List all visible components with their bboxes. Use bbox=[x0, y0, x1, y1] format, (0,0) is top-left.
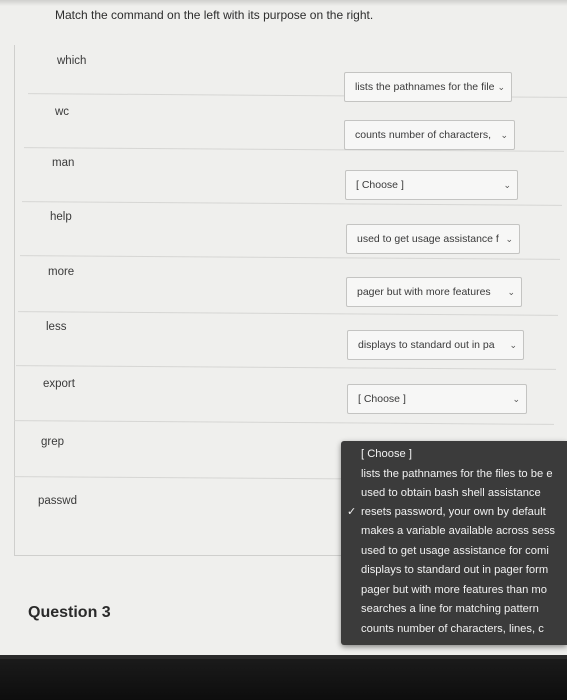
command-grep: grep bbox=[41, 436, 65, 448]
select-value: used to get usage assistance f bbox=[357, 233, 499, 245]
chevron-down-icon: ⌄ bbox=[507, 287, 515, 297]
select-value: pager but with more features bbox=[357, 286, 491, 298]
dropdown-option[interactable]: displays to standard out in pager form bbox=[341, 561, 567, 580]
select-which[interactable]: lists the pathnames for the file ⌄ bbox=[344, 72, 512, 102]
select-value: displays to standard out in pa bbox=[358, 339, 495, 351]
command-man: man bbox=[52, 157, 75, 169]
chevron-down-icon: ⌄ bbox=[503, 180, 511, 190]
dropdown-option[interactable]: pager but with more features than mo bbox=[341, 581, 567, 600]
checkmark-icon: ✓ bbox=[347, 506, 357, 518]
chevron-down-icon: ⌄ bbox=[500, 130, 508, 140]
chevron-down-icon: ⌄ bbox=[497, 82, 505, 92]
command-passwd: passwd bbox=[38, 495, 77, 507]
command-less: less bbox=[46, 321, 67, 333]
select-man[interactable]: [ Choose ] ⌄ bbox=[345, 170, 518, 200]
chevron-down-icon: ⌄ bbox=[512, 394, 520, 404]
dropdown-option[interactable]: lists the pathnames for the files to be … bbox=[341, 465, 567, 484]
dropdown-option[interactable]: used to obtain bash shell assistance bbox=[341, 484, 567, 503]
select-wc[interactable]: counts number of characters, ⌄ bbox=[344, 120, 515, 150]
bezel-edge bbox=[0, 655, 567, 659]
select-export[interactable]: [ Choose ] ⌄ bbox=[347, 384, 527, 414]
dropdown-option-selected[interactable]: ✓ resets password, your own by default bbox=[341, 503, 567, 522]
select-value: [ Choose ] bbox=[358, 393, 406, 405]
command-export: export bbox=[43, 378, 75, 390]
dropdown-option[interactable]: used to get usage assistance for comi bbox=[341, 542, 567, 561]
select-value: counts number of characters, bbox=[355, 129, 491, 141]
dropdown-option[interactable]: [ Choose ] bbox=[341, 445, 567, 464]
question-title: Question 3 bbox=[28, 604, 111, 621]
select-help[interactable]: used to get usage assistance f ⌄ bbox=[346, 224, 520, 254]
dropdown-option[interactable]: searches a line for matching pattern bbox=[341, 600, 567, 619]
quiz-page: Match the command on the left with its p… bbox=[0, 0, 567, 655]
dropdown-option[interactable]: counts number of characters, lines, c bbox=[341, 620, 567, 639]
chevron-down-icon: ⌄ bbox=[509, 340, 517, 350]
select-value: [ Choose ] bbox=[356, 179, 404, 191]
chevron-down-icon: ⌄ bbox=[505, 234, 513, 244]
command-wc: wc bbox=[55, 106, 70, 118]
top-edge bbox=[0, 0, 567, 6]
command-help: help bbox=[50, 211, 72, 223]
dropdown-menu: [ Choose ] lists the pathnames for the f… bbox=[341, 441, 567, 645]
screen-bezel bbox=[0, 655, 567, 700]
dropdown-option[interactable]: makes a variable available across sess bbox=[341, 522, 567, 541]
command-more: more bbox=[48, 266, 75, 278]
select-more[interactable]: pager but with more features ⌄ bbox=[346, 277, 522, 307]
instruction-text: Match the command on the left with its p… bbox=[55, 8, 374, 22]
command-which: which bbox=[57, 55, 87, 67]
select-less[interactable]: displays to standard out in pa ⌄ bbox=[347, 330, 524, 360]
select-value: lists the pathnames for the file bbox=[355, 81, 495, 93]
